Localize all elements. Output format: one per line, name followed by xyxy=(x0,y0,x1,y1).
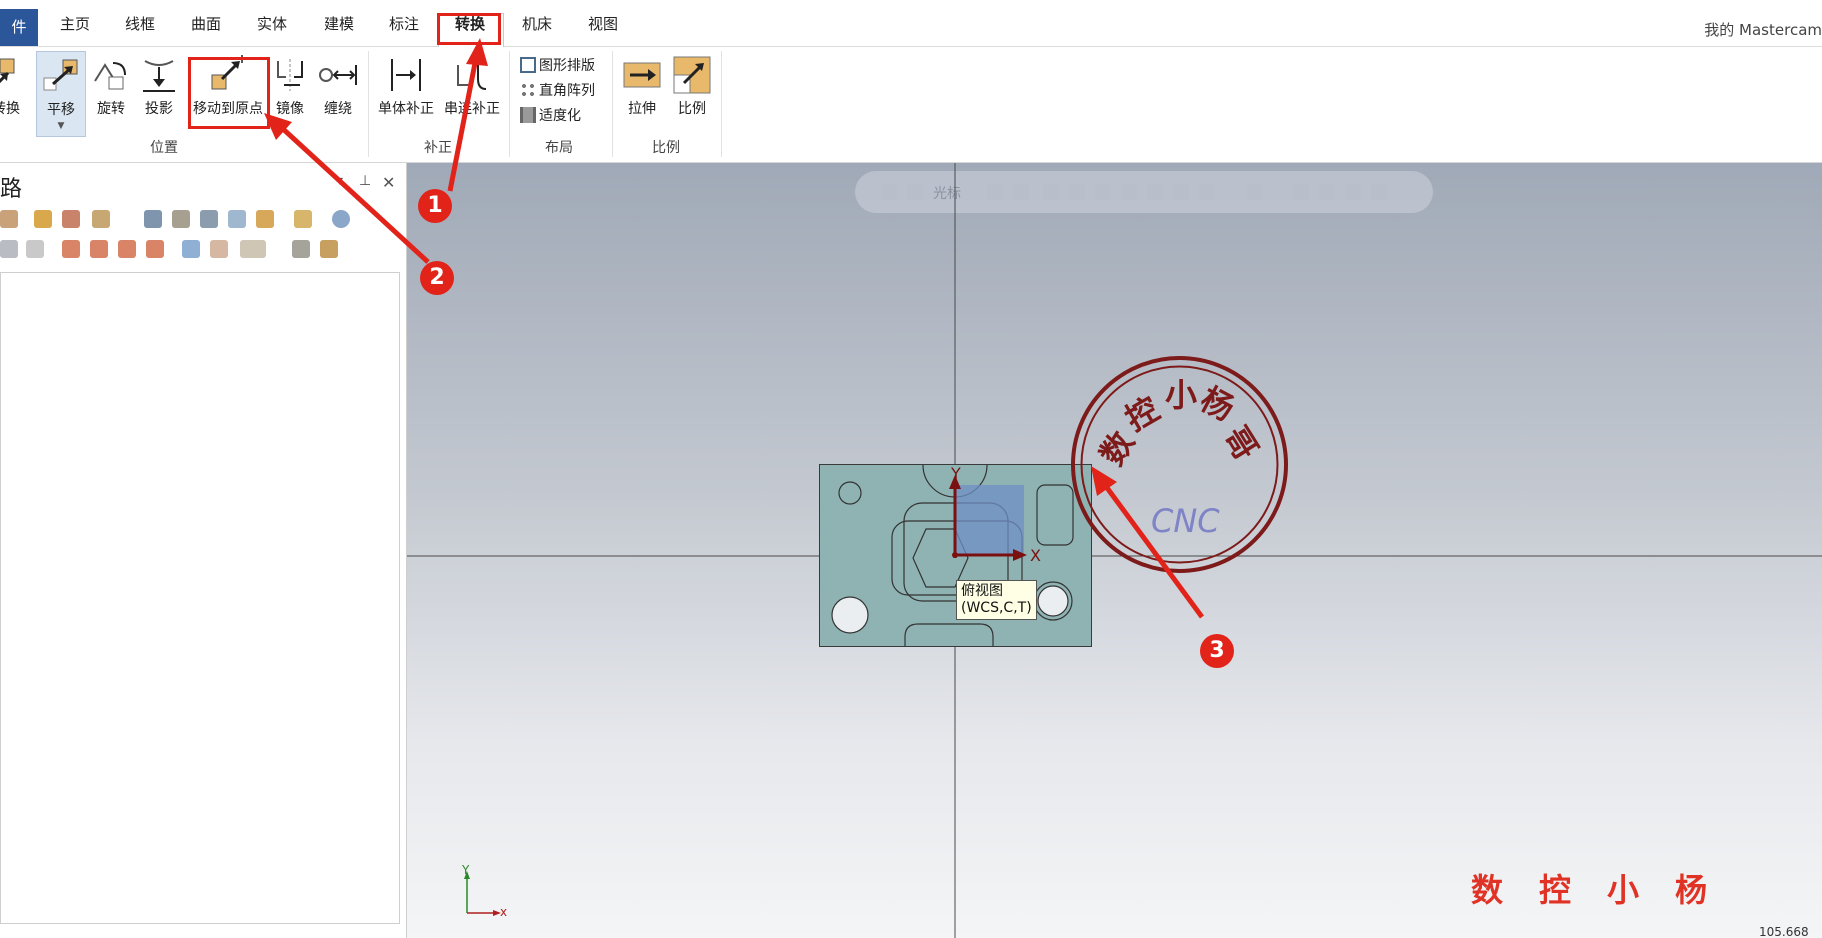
callout-3: 3 xyxy=(1200,634,1234,668)
annotation-arrows xyxy=(264,38,1205,619)
callout-2: 2 xyxy=(420,261,454,295)
callout-1: 1 xyxy=(418,189,452,223)
